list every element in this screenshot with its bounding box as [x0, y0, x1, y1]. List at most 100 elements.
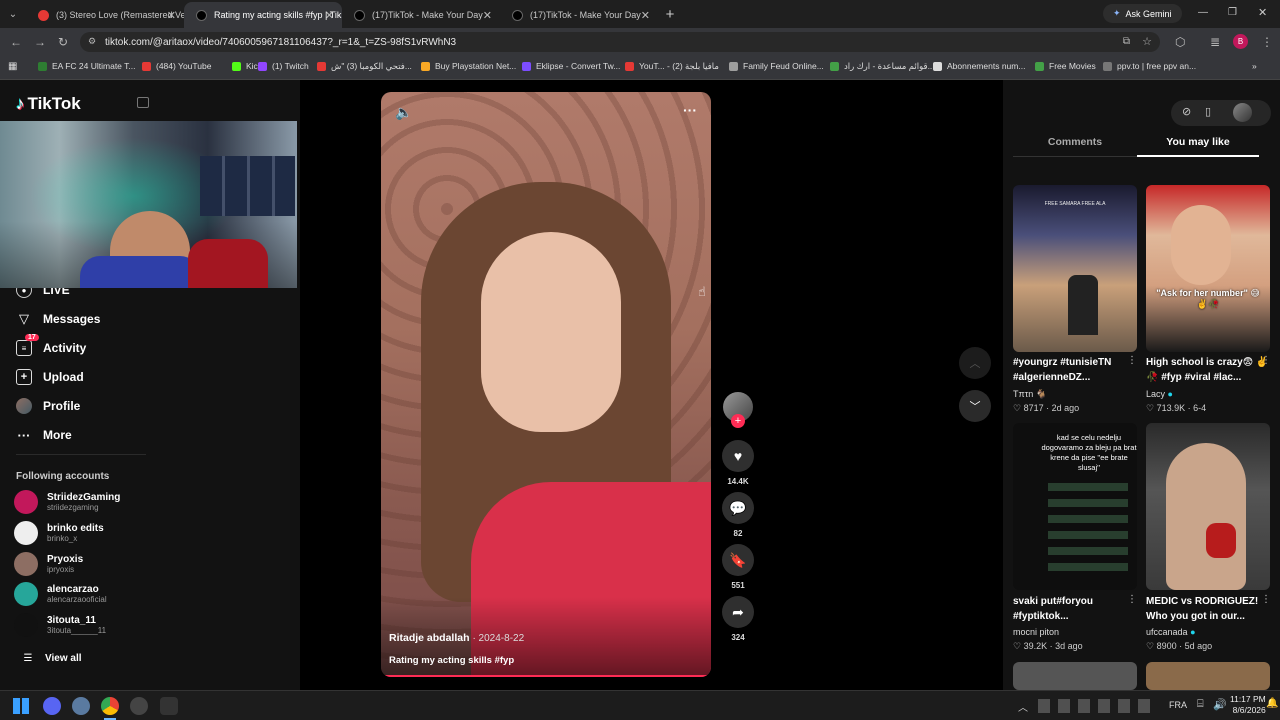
nav-activity[interactable]: ≡ Activity 17	[16, 334, 86, 356]
tab-list-button[interactable]: ⌄	[0, 1, 26, 27]
browser-tab[interactable]: (17)TikTok - Make Your Day ✕	[342, 2, 500, 28]
video-author[interactable]: Ritadje abdallah	[389, 632, 470, 644]
tab-search-icon[interactable]: ≣	[1210, 35, 1220, 49]
back-icon[interactable]: ←	[10, 35, 22, 49]
maximize-icon[interactable]: ❐	[1228, 7, 1237, 18]
following-account[interactable]: alencarzao alencarzaooficial	[14, 582, 107, 606]
profile-avatar[interactable]: B	[1233, 34, 1248, 49]
video-author[interactable]: mocni piton	[1013, 627, 1059, 637]
site-info-icon[interactable]: ⚙	[88, 36, 96, 47]
device-icon[interactable]: ▯	[1205, 105, 1211, 118]
more-bookmarks-icon[interactable]: »	[1252, 61, 1257, 71]
video-more-icon[interactable]: ⋮	[1261, 355, 1271, 366]
video-thumbnail-partial[interactable]	[1013, 662, 1137, 690]
language-indicator[interactable]: FRA	[1169, 700, 1187, 710]
app-icon[interactable]	[130, 697, 148, 715]
extensions-icon[interactable]: ⬡	[1175, 35, 1185, 49]
compass-icon[interactable]: ⊘	[1182, 105, 1191, 118]
following-account[interactable]: Pryoxis ipryoxis	[14, 552, 83, 576]
video-more-icon[interactable]: ···	[683, 102, 697, 118]
clock[interactable]: 11:17 PM 8/6/2026	[1230, 694, 1266, 716]
install-icon[interactable]: ⧉	[1123, 36, 1130, 47]
video-caption[interactable]: MEDIC vs RODRIGUEZ! Who you got in our..…	[1146, 594, 1271, 624]
bookmark-item[interactable]: ppv.to | free ppv an...	[1103, 61, 1196, 71]
apps-grid-icon[interactable]: ▦	[8, 61, 17, 72]
browser-tab-active[interactable]: Rating my acting skills #fyp | Tik ✕	[184, 2, 342, 28]
close-tab-icon[interactable]: ✕	[167, 9, 176, 22]
address-bar[interactable]: ⚙ tiktok.com/@aritaox/video/740600596718…	[80, 32, 1160, 52]
browser-tab[interactable]: (3) Stereo Love (Remastered Ve ✕	[26, 2, 184, 28]
video-author[interactable]: ufccanada ●	[1146, 627, 1196, 637]
ask-gemini-button[interactable]: ✦ Ask Gemini	[1103, 4, 1182, 23]
notification-icon[interactable]: 🔔	[1266, 698, 1278, 709]
save-button[interactable]: 🔖	[722, 544, 754, 576]
close-tab-icon[interactable]: ✕	[325, 9, 334, 22]
tab-you-may-like[interactable]: You may like	[1137, 136, 1259, 148]
next-video-button[interactable]: ﹀	[959, 390, 991, 422]
like-button[interactable]: ♥	[722, 440, 754, 472]
comment-button[interactable]: 💬	[722, 492, 754, 524]
following-account[interactable]: StriidezGaming striidezgaming	[14, 490, 120, 514]
video-more-icon[interactable]: ⋮	[1261, 594, 1271, 605]
video-caption[interactable]: svaki put#foryou #fyptiktok...	[1013, 594, 1138, 624]
bookmark-item[interactable]: قوائم مساعدة - ارك راد...	[830, 61, 935, 72]
bookmark-item[interactable]: YouT... - مافيا بلجة (2)	[625, 61, 719, 72]
volume-icon[interactable]: 🔈	[395, 104, 412, 121]
video-thumbnail[interactable]: FREE SAMARA FREE ALA	[1013, 185, 1137, 352]
network-icon[interactable]: ⌸	[1197, 698, 1204, 711]
video-player[interactable]: 🔈 ··· Ritadje abdallah · 2024-8-22 Ratin…	[381, 92, 711, 677]
bookmark-favicon-icon	[933, 61, 942, 71]
tiktok-logo[interactable]: ♪ TikTok	[16, 94, 81, 114]
bookmark-item[interactable]: EA FC 24 Ultimate T...	[38, 61, 135, 71]
video-author[interactable]: Tπτn 🐐	[1013, 389, 1047, 400]
video-caption[interactable]: High school is crazy😨 ✌️🥀 #fyp #viral #l…	[1146, 355, 1271, 385]
video-more-icon[interactable]: ⋮	[1127, 594, 1137, 605]
video-thumbnail[interactable]: kad se celu nedelju dogovaramo za bleju …	[1013, 423, 1137, 590]
discord-icon[interactable]	[43, 697, 61, 715]
nav-profile[interactable]: Profile	[16, 398, 80, 414]
close-tab-icon[interactable]: ✕	[641, 9, 650, 22]
new-tab-button[interactable]: +	[658, 6, 682, 23]
follow-plus-button[interactable]: +	[731, 414, 745, 428]
bookmark-item[interactable]: (484) YouTube	[142, 61, 211, 71]
video-caption[interactable]: #youngrz #tunisieTN #algerienneDZ...	[1013, 355, 1138, 385]
video-author[interactable]: Lacy ●	[1146, 389, 1173, 399]
video-thumbnail[interactable]: "Ask for her number" 😅✌️🥀	[1146, 185, 1270, 352]
nav-upload[interactable]: + Upload	[16, 369, 84, 385]
minimize-icon[interactable]: —	[1198, 7, 1208, 18]
bookmark-star-icon[interactable]: ☆	[1142, 35, 1152, 48]
chrome-icon[interactable]	[101, 697, 119, 715]
following-account[interactable]: 3itouta_11 3itouta______11	[14, 613, 106, 637]
reload-icon[interactable]: ↻	[58, 35, 68, 49]
collapse-sidebar-icon[interactable]	[137, 97, 149, 108]
bookmark-item[interactable]: فتحي الكومبا (3) "ش...	[317, 61, 412, 72]
video-thumbnail[interactable]	[1146, 423, 1270, 590]
share-button[interactable]: ➦	[722, 596, 754, 628]
video-more-icon[interactable]: ⋮	[1127, 355, 1137, 366]
tab-comments[interactable]: Comments	[1013, 136, 1137, 148]
windows-start-icon[interactable]	[13, 698, 29, 714]
tray-chevron-icon[interactable]: ︿	[1018, 699, 1028, 714]
view-all-link[interactable]: ☰ View all	[20, 650, 82, 666]
settings-icon[interactable]	[72, 697, 90, 715]
previous-video-button[interactable]: ︿	[959, 347, 991, 379]
bookmark-item[interactable]: Eklipse - Convert Tw...	[522, 61, 620, 71]
bookmark-item[interactable]: (1) Twitch	[258, 61, 309, 71]
video-thumbnail-partial[interactable]	[1146, 662, 1270, 690]
panel-user-avatar[interactable]	[1233, 103, 1252, 122]
bookmark-item[interactable]: Buy Playstation Net...	[421, 61, 516, 71]
browser-tab[interactable]: (17)TikTok - Make Your Day ✕	[500, 2, 658, 28]
close-window-icon[interactable]: ✕	[1258, 6, 1267, 19]
forward-icon[interactable]: →	[34, 35, 46, 49]
bookmark-item[interactable]: Free Movies	[1035, 61, 1096, 71]
grid-app-icon[interactable]	[160, 697, 178, 715]
close-tab-icon[interactable]: ✕	[483, 9, 492, 22]
bookmark-item[interactable]: Abonnements num...	[933, 61, 1025, 71]
menu-kebab-icon[interactable]: ⋮	[1261, 35, 1273, 49]
following-account[interactable]: brinko edits brinko_x	[14, 521, 104, 545]
video-progress-bar[interactable]	[381, 675, 711, 677]
nav-more[interactable]: ··· More	[16, 427, 72, 443]
volume-tray-icon[interactable]: 🔊	[1213, 698, 1227, 711]
nav-messages[interactable]: ▽ Messages	[16, 311, 100, 327]
bookmark-item[interactable]: Family Feud Online...	[729, 61, 824, 71]
